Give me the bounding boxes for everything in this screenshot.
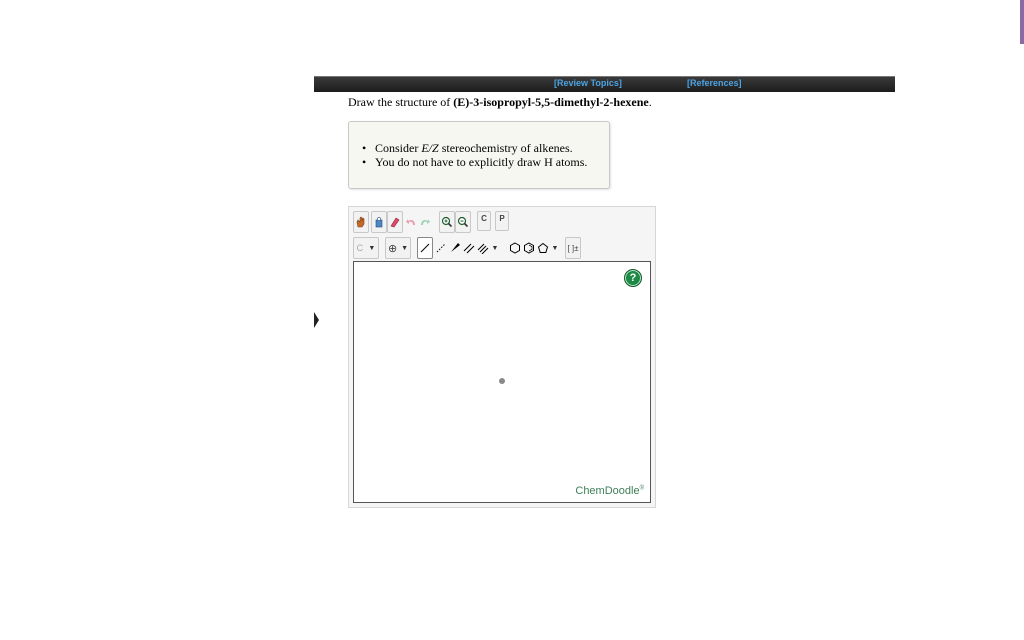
chevron-down-icon: ▼ [368,244,376,252]
cyclopentane-button[interactable] [535,237,550,259]
collapse-arrow-icon[interactable] [314,312,319,328]
references-link[interactable]: [References] [687,78,742,88]
eraser-button[interactable] [387,211,403,233]
scrollbar-accent [1020,0,1024,44]
single-bond-icon [420,243,430,253]
perspective-button[interactable]: P [495,211,509,231]
chevron-down-icon: ▼ [551,244,559,252]
bracket-charge-button[interactable]: [ ]± [565,237,581,259]
wedge-bond-button[interactable] [447,237,462,259]
hand-icon [356,216,365,228]
review-topics-link[interactable]: [Review Topics] [554,78,622,88]
question-suffix: . [648,95,652,109]
double-bond-button[interactable] [461,237,476,259]
help-icon[interactable]: ? [624,269,642,287]
hint-box: Consider E/Z stereochemistry of alkenes.… [348,121,610,189]
chemdoodle-logo: ChemDoodle® [575,485,644,497]
redo-button[interactable] [417,211,433,233]
lasso-icon [375,217,383,228]
zoom-out-icon [457,216,469,228]
zoom-in-button[interactable] [439,211,455,233]
pan-hand-button[interactable] [353,211,369,233]
redo-icon [421,219,430,225]
undo-icon [406,219,415,225]
hexagon-icon [509,242,520,254]
hint-text: stereochemistry of alkenes. [438,141,573,155]
double-bond-icon [463,243,474,254]
question-text: Draw the structure of (E)-3-isopropyl-5,… [348,95,652,110]
eraser-icon [390,217,400,228]
charge-symbol: ⊕ [387,242,398,255]
triple-bond-button[interactable] [475,237,490,259]
element-selector-value: C [356,243,364,253]
triple-bond-icon [477,243,488,254]
hint-list: Consider E/Z stereochemistry of alkenes.… [362,141,587,169]
chevron-down-icon: ▼ [401,244,409,252]
element-selector[interactable]: C ▼ [353,237,379,259]
hint-item: You do not have to explicitly draw H ato… [362,155,587,169]
dashed-bond-icon [436,243,445,253]
hint-item: Consider E/Z stereochemistry of alkenes. [362,141,587,155]
recessed-bond-button[interactable] [433,237,448,259]
ring-options-dropdown[interactable]: ▼ [549,237,561,259]
hint-italic-text: E/Z [421,141,439,155]
chevron-down-icon: ▼ [491,244,499,252]
brand-text: ChemDoodle [575,485,640,497]
benzene-button[interactable] [521,237,536,259]
compound-name: (E)-3-isopropyl-5,5-dimethyl-2-hexene [453,95,649,109]
hint-text: Consider [375,141,422,155]
zoom-in-icon [441,216,453,228]
question-prefix: Draw the structure of [348,95,454,109]
wedge-bond-icon [450,243,460,252]
pentagon-icon [537,242,548,253]
header-bar: [Review Topics] [References] [314,76,895,92]
single-bond-button[interactable] [417,237,433,259]
brand-mark: ® [639,485,644,492]
cyclohexane-button[interactable] [507,237,522,259]
benzene-icon [523,242,534,254]
chemdoodle-editor: C P C ▼ ⊕ ▼ ▼ ▼ []± ? ChemDoodle® [348,206,656,508]
bond-options-dropdown[interactable]: ▼ [489,237,501,259]
clean-button[interactable]: C [477,211,491,231]
charge-selector[interactable]: ⊕ ▼ [385,237,411,259]
canvas-center-dot [499,378,505,384]
drawing-canvas[interactable]: ? ChemDoodle® [353,261,651,503]
zoom-out-button[interactable] [455,211,471,233]
lasso-button[interactable] [371,211,387,233]
